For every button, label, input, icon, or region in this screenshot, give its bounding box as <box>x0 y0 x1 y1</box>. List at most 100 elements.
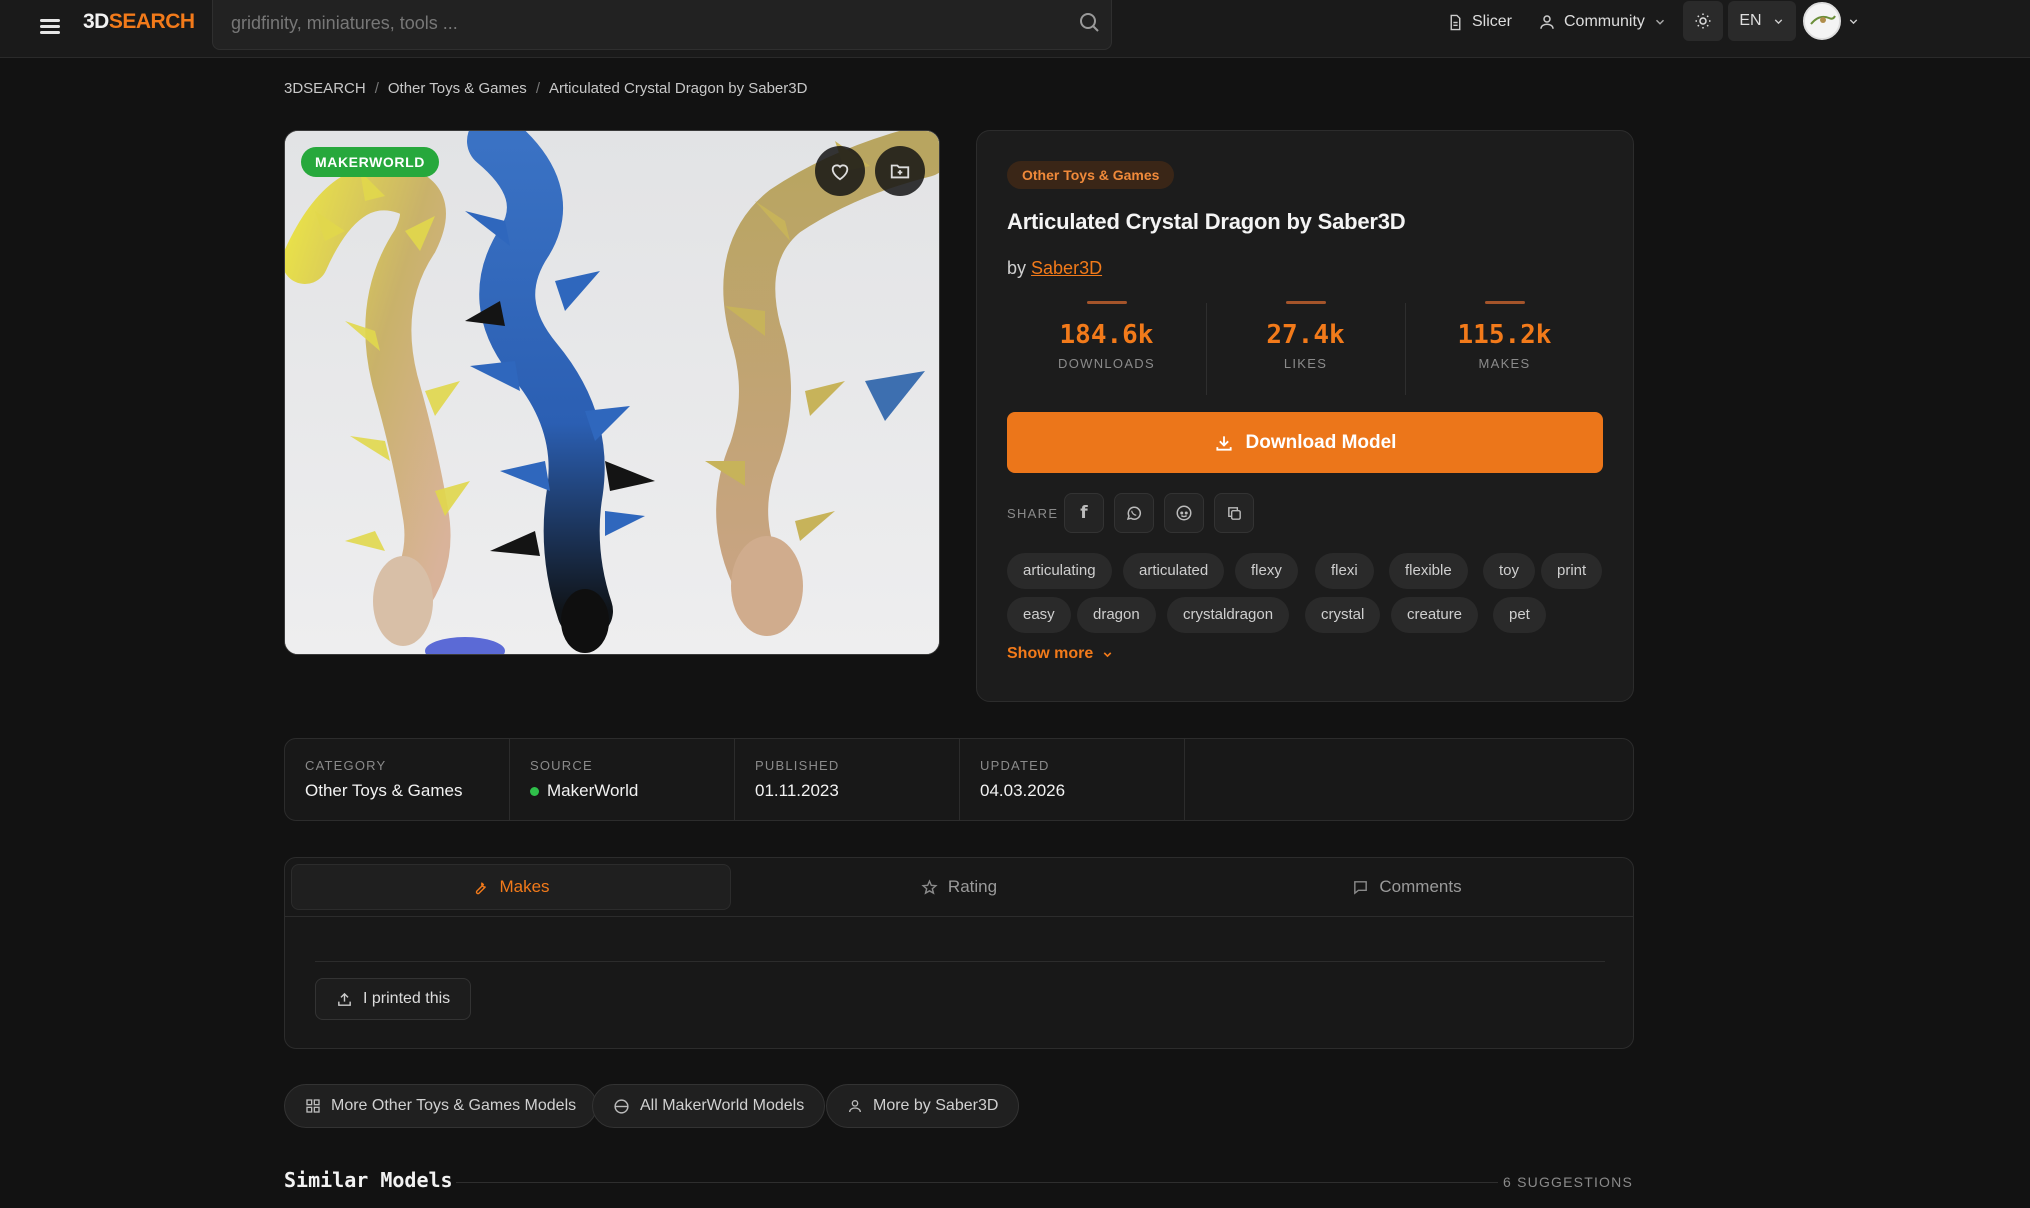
divider <box>456 1182 1498 1183</box>
user-menu[interactable] <box>1803 2 1860 40</box>
search-input[interactable] <box>231 10 1051 36</box>
stat-label: MAKES <box>1478 356 1531 371</box>
folder-plus-icon <box>890 164 910 179</box>
tag[interactable]: articulating <box>1007 553 1112 589</box>
search-icon[interactable] <box>1077 10 1101 34</box>
tag[interactable]: pet <box>1493 597 1546 633</box>
share-label: SHARE <box>1007 506 1059 521</box>
tag[interactable]: creature <box>1391 597 1479 633</box>
tab-rating[interactable]: Rating <box>739 864 1179 910</box>
stat-value: 115.2k <box>1457 320 1552 350</box>
slicer-link[interactable]: Slicer <box>1447 10 1512 34</box>
show-more-tags-button[interactable]: Show more <box>1007 645 1114 663</box>
stat-accent-bar <box>1484 301 1525 304</box>
document-icon <box>1450 14 1461 30</box>
tag[interactable]: flexi <box>1315 553 1374 589</box>
meta-value: 04.03.2026 <box>980 781 1066 800</box>
meta-key: PUBLISHED <box>755 758 840 773</box>
meta-category: CATEGORY Other Toys & Games <box>285 739 510 820</box>
globe-icon <box>614 1098 629 1114</box>
tag[interactable]: easy <box>1007 597 1071 633</box>
tag[interactable]: crystaldragon <box>1167 597 1290 633</box>
stat-accent-bar <box>1285 301 1326 304</box>
model-image-gallery[interactable]: MAKERWORLD <box>284 130 940 655</box>
comment-icon <box>1354 880 1368 895</box>
divider <box>315 961 1605 962</box>
add-to-collection-button[interactable] <box>875 146 925 196</box>
tab-comments[interactable]: Comments <box>1187 864 1627 910</box>
user-icon <box>849 1100 861 1113</box>
author-link[interactable]: Saber3D <box>1031 258 1102 278</box>
download-icon <box>1215 435 1232 451</box>
breadcrumb-category[interactable]: Other Toys & Games <box>388 80 527 97</box>
link-label: All MakerWorld Models <box>640 1097 805 1114</box>
user-icon <box>1540 15 1554 29</box>
heart-icon <box>831 164 849 181</box>
share-reddit-button[interactable] <box>1164 493 1204 533</box>
copy-icon <box>1227 506 1241 520</box>
stat-value: 27.4k <box>1266 320 1345 350</box>
tag[interactable]: flexible <box>1389 553 1468 589</box>
slicer-label: Slicer <box>1472 13 1513 30</box>
star-icon <box>921 878 938 895</box>
tab-label: Rating <box>947 877 998 896</box>
share-whatsapp-button[interactable] <box>1114 493 1154 533</box>
breadcrumb: 3DSEARCH / Other Toys & Games / Articula… <box>284 78 807 98</box>
tag[interactable]: print <box>1541 553 1603 589</box>
tab-bar: Makes Rating Comments <box>285 858 1633 917</box>
all-source-models-button[interactable]: All MakerWorld Models <box>592 1084 826 1128</box>
language-selector[interactable]: EN <box>1728 1 1796 41</box>
tag[interactable]: toy <box>1483 553 1536 589</box>
tag[interactable]: crystal <box>1305 597 1381 633</box>
model-metadata: CATEGORY Other Toys & Games SOURCE Maker… <box>284 738 1634 821</box>
source-badge: MAKERWORLD <box>301 147 439 177</box>
meta-source: SOURCE MakerWorld <box>510 739 735 820</box>
sun-icon <box>1695 13 1711 29</box>
whatsapp-icon <box>1126 506 1142 521</box>
upload-icon <box>338 992 351 1006</box>
meta-key: UPDATED <box>980 758 1050 773</box>
model-info-card: Other Toys & Games Articulated Crystal D… <box>976 130 1634 702</box>
similar-models-heading: Similar Models <box>284 1168 453 1192</box>
top-bar: 3DSEARCH Slicer Community EN <box>0 0 2030 58</box>
community-menu[interactable]: Community <box>1538 10 1667 34</box>
meta-value: Other Toys & Games <box>305 781 463 800</box>
tag[interactable]: dragon <box>1077 597 1156 633</box>
logo-suffix: SEARCH <box>108 10 195 33</box>
tag[interactable]: flexy <box>1235 553 1298 589</box>
tab-label: Makes <box>499 877 550 896</box>
meta-value-wrap: MakerWorld <box>530 781 638 801</box>
tag[interactable]: articulated <box>1123 553 1225 589</box>
printed-label: I printed this <box>363 990 451 1007</box>
site-logo[interactable]: 3DSEARCH <box>83 10 195 34</box>
meta-value: MakerWorld <box>547 781 639 800</box>
copy-link-button[interactable] <box>1214 493 1254 533</box>
share-facebook-button[interactable]: f <box>1064 493 1104 533</box>
more-by-author-button[interactable]: More by Saber3D <box>826 1084 1020 1128</box>
more-category-models-button[interactable]: More Other Toys & Games Models <box>284 1084 598 1128</box>
chevron-down-icon <box>1655 19 1664 25</box>
model-title: Articulated Crystal Dragon by Saber3D <box>1007 209 1406 234</box>
stat-label: LIKES <box>1283 356 1328 371</box>
stat-value: 184.6k <box>1059 320 1154 350</box>
author-byline: by Saber3D <box>1007 258 1102 279</box>
status-dot-icon <box>530 786 539 796</box>
favorite-button[interactable] <box>815 146 865 196</box>
theme-toggle-button[interactable] <box>1683 1 1723 41</box>
breadcrumb-home[interactable]: 3DSEARCH <box>284 80 366 97</box>
download-model-button[interactable]: Download Model <box>1007 412 1603 473</box>
meta-value: 01.11.2023 <box>755 781 839 800</box>
meta-published: PUBLISHED 01.11.2023 <box>735 739 960 820</box>
chevron-down-icon <box>1774 18 1782 24</box>
i-printed-this-button[interactable]: I printed this <box>315 978 472 1020</box>
stat-downloads: 184.6k DOWNLOADS <box>1007 301 1206 401</box>
stat-label: DOWNLOADS <box>1058 356 1155 371</box>
category-pill[interactable]: Other Toys & Games <box>1007 161 1175 189</box>
language-label: EN <box>1739 12 1762 29</box>
avatar <box>1803 2 1841 40</box>
stat-accent-bar <box>1086 301 1127 304</box>
chevron-down-icon <box>1849 18 1858 24</box>
breadcrumb-current: Articulated Crystal Dragon by Saber3D <box>548 79 808 97</box>
tab-makes[interactable]: Makes <box>291 864 731 910</box>
hamburger-menu-icon[interactable] <box>38 14 62 38</box>
